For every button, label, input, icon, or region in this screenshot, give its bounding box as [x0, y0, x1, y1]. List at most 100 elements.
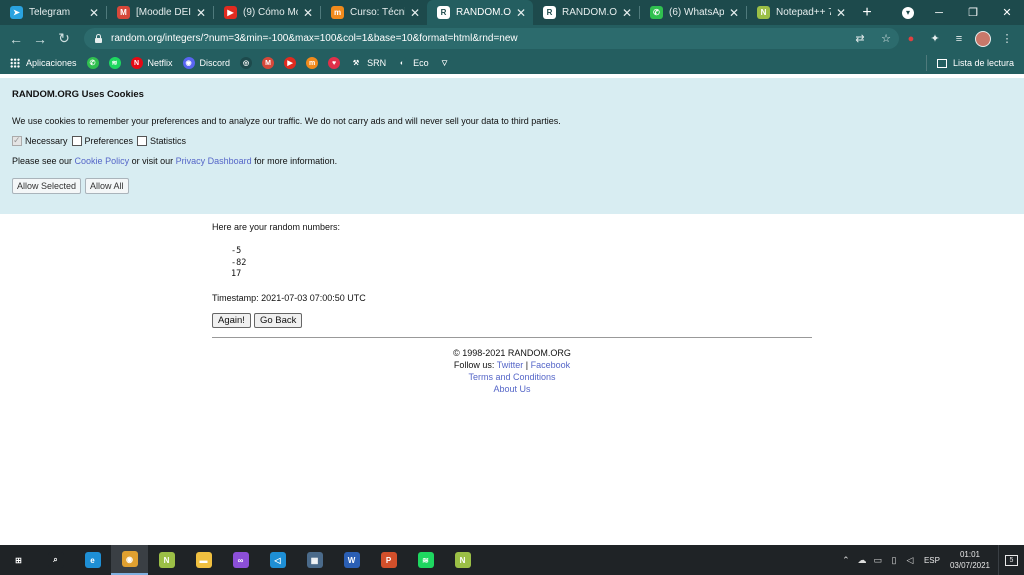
chevron-up-icon[interactable]: ⌃	[838, 555, 854, 566]
taskbar-app[interactable]: ▦	[296, 545, 333, 575]
windows-start-icon: ⊞	[10, 552, 27, 568]
close-icon[interactable]: ✕	[409, 6, 421, 20]
close-icon[interactable]: ✕	[195, 6, 207, 20]
preferences-checkbox[interactable]	[71, 136, 82, 146]
tab-title: RANDOM.OR	[456, 7, 511, 18]
bookmark-item[interactable]: ▽	[438, 57, 451, 69]
browser-tab[interactable]: R RANDOM.OR ✕	[427, 0, 533, 25]
facebook-link[interactable]: Facebook	[531, 360, 571, 370]
browser-menu-icon[interactable]: ⋮	[995, 27, 1019, 51]
taskbar-app[interactable]: ∞	[222, 545, 259, 575]
forward-button[interactable]: →	[28, 27, 52, 51]
bookmark-item[interactable]: ◉ Discord	[182, 57, 230, 69]
new-tab-button[interactable]: +	[853, 0, 881, 25]
browser-tab[interactable]: ➤ Telegram ✕	[0, 0, 106, 25]
taskbar-app[interactable]: ◉	[111, 545, 148, 575]
allow-all-button[interactable]: Allow All	[85, 178, 129, 194]
taskbar-app[interactable]: ⌕	[37, 545, 74, 575]
statistics-label[interactable]: Statistics	[150, 136, 186, 146]
cookie-policy-link[interactable]: Cookie Policy	[75, 156, 130, 166]
taskbar-app[interactable]: e	[74, 545, 111, 575]
bookmark-item[interactable]: ▶	[284, 57, 297, 69]
cookie-options: Necessary Preferences Statistics	[12, 135, 1012, 146]
preferences-label[interactable]: Preferences	[85, 136, 134, 146]
taskbar-app[interactable]: N	[444, 545, 481, 575]
github-icon: ◎	[240, 57, 253, 69]
close-icon[interactable]: ✕	[88, 6, 100, 20]
random-number: -5	[231, 246, 242, 256]
statistics-checkbox[interactable]	[137, 136, 148, 146]
privacy-dashboard-link[interactable]: Privacy Dashboard	[176, 156, 252, 166]
result-panel: Here are your random numbers: -5 -82 17 …	[212, 222, 812, 395]
twitter-link[interactable]: Twitter	[497, 360, 524, 370]
chevron-down-icon: ▾	[902, 6, 914, 19]
bookmark-item[interactable]: ♥	[328, 57, 341, 69]
notifications-button[interactable]: 5	[998, 545, 1024, 575]
extension-tp-icon[interactable]: ●	[899, 27, 923, 51]
discord-icon: ◉	[182, 57, 195, 69]
close-icon[interactable]: ✕	[515, 6, 527, 20]
browser-tab[interactable]: m Curso: Técnic ✕	[321, 0, 427, 25]
reading-list-button[interactable]: Lista de lectura	[925, 55, 1024, 71]
bookmark-star-icon[interactable]: ☆	[873, 32, 899, 45]
language-indicator[interactable]: ESP	[924, 556, 940, 565]
browser-tab[interactable]: R RANDOM.OR ✕	[533, 0, 639, 25]
taskbar-app[interactable]: ≋	[407, 545, 444, 575]
clock[interactable]: 01:01 03/07/2021	[950, 549, 990, 571]
preferences-option[interactable]: Preferences	[71, 136, 134, 146]
taskbar-app[interactable]: W	[333, 545, 370, 575]
allow-selected-button[interactable]: Allow Selected	[12, 178, 82, 194]
browser-tab[interactable]: N Notepad++ 7 ✕	[747, 0, 853, 25]
bookmark-item[interactable]: ◐ Eco	[396, 57, 429, 69]
profile-avatar[interactable]	[975, 30, 991, 47]
about-link[interactable]: About Us	[493, 384, 530, 394]
browser-tab[interactable]: ▶ (9) Cómo Mo ✕	[214, 0, 320, 25]
address-bar[interactable]: random.org/integers/?num=3&min=-100&max=…	[84, 28, 899, 49]
terms-link[interactable]: Terms and Conditions	[468, 372, 555, 382]
browser-tab[interactable]: ✆ (6) WhatsApp ✕	[640, 0, 746, 25]
bookmark-item[interactable]: ✆	[86, 57, 99, 69]
taskbar-app[interactable]: ▬	[185, 545, 222, 575]
tab-search-button[interactable]: ▾	[894, 0, 922, 25]
back-button[interactable]: ←	[4, 27, 28, 51]
close-icon[interactable]: ✕	[728, 6, 740, 20]
close-icon[interactable]: ✕	[835, 6, 847, 20]
close-icon[interactable]: ✕	[621, 6, 633, 20]
bookmark-item[interactable]: N Netflix	[130, 57, 173, 69]
taskbar-app[interactable]: P	[370, 545, 407, 575]
necessary-checkbox	[12, 135, 22, 146]
extensions-puzzle-icon[interactable]: ✦	[923, 27, 947, 51]
again-button[interactable]: Again!	[212, 312, 251, 328]
apps-grid-icon	[10, 58, 20, 68]
translate-icon[interactable]: ⇄	[847, 32, 873, 45]
volume-icon[interactable]: ◁	[902, 555, 918, 566]
network-icon[interactable]: ▭	[870, 555, 886, 566]
bookmark-item[interactable]: ≋	[108, 57, 121, 69]
bookmark-item[interactable]: m	[306, 57, 319, 69]
bookmark-apps[interactable]: Aplicaciones	[10, 58, 77, 68]
lock-icon[interactable]	[94, 34, 103, 43]
tab-strip: ➤ Telegram ✕ M [Moodle DEI] ✕ ▶ (9) Cómo Mo ✕ m Cu…	[0, 0, 1024, 25]
close-window-button[interactable]: ✕	[990, 0, 1024, 25]
url-text[interactable]: random.org/integers/?num=3&min=-100&max=…	[111, 33, 847, 44]
cloud-icon[interactable]: ☁	[854, 555, 870, 566]
battery-icon[interactable]: ▯	[886, 555, 902, 566]
reload-button[interactable]: ↻	[52, 27, 76, 51]
tab-title: [Moodle DEI]	[136, 7, 191, 18]
close-icon[interactable]: ✕	[302, 6, 314, 20]
statistics-option[interactable]: Statistics	[137, 136, 186, 146]
taskbar-app[interactable]: ◁	[259, 545, 296, 575]
policy-suffix: for more information.	[251, 156, 338, 166]
bookmark-item[interactable]: M	[262, 57, 275, 69]
browser-tab[interactable]: M [Moodle DEI] ✕	[107, 0, 213, 25]
system-tray: ⌃ ☁ ▭ ▯ ◁ ESP 01:01 03/07/2021 5	[838, 545, 1024, 575]
media-control-icon[interactable]: ≡	[947, 27, 971, 51]
restore-button[interactable]: ❐	[956, 0, 990, 25]
gmail-icon: M	[262, 57, 275, 69]
taskbar-app[interactable]: ⊞	[0, 545, 37, 575]
taskbar-app[interactable]: N	[148, 545, 185, 575]
bookmark-item[interactable]: ⚒ SRN	[350, 57, 386, 69]
go-back-button[interactable]: Go Back	[253, 312, 303, 328]
minimize-button[interactable]: ─	[922, 0, 956, 25]
bookmark-item[interactable]: ◎	[240, 57, 253, 69]
